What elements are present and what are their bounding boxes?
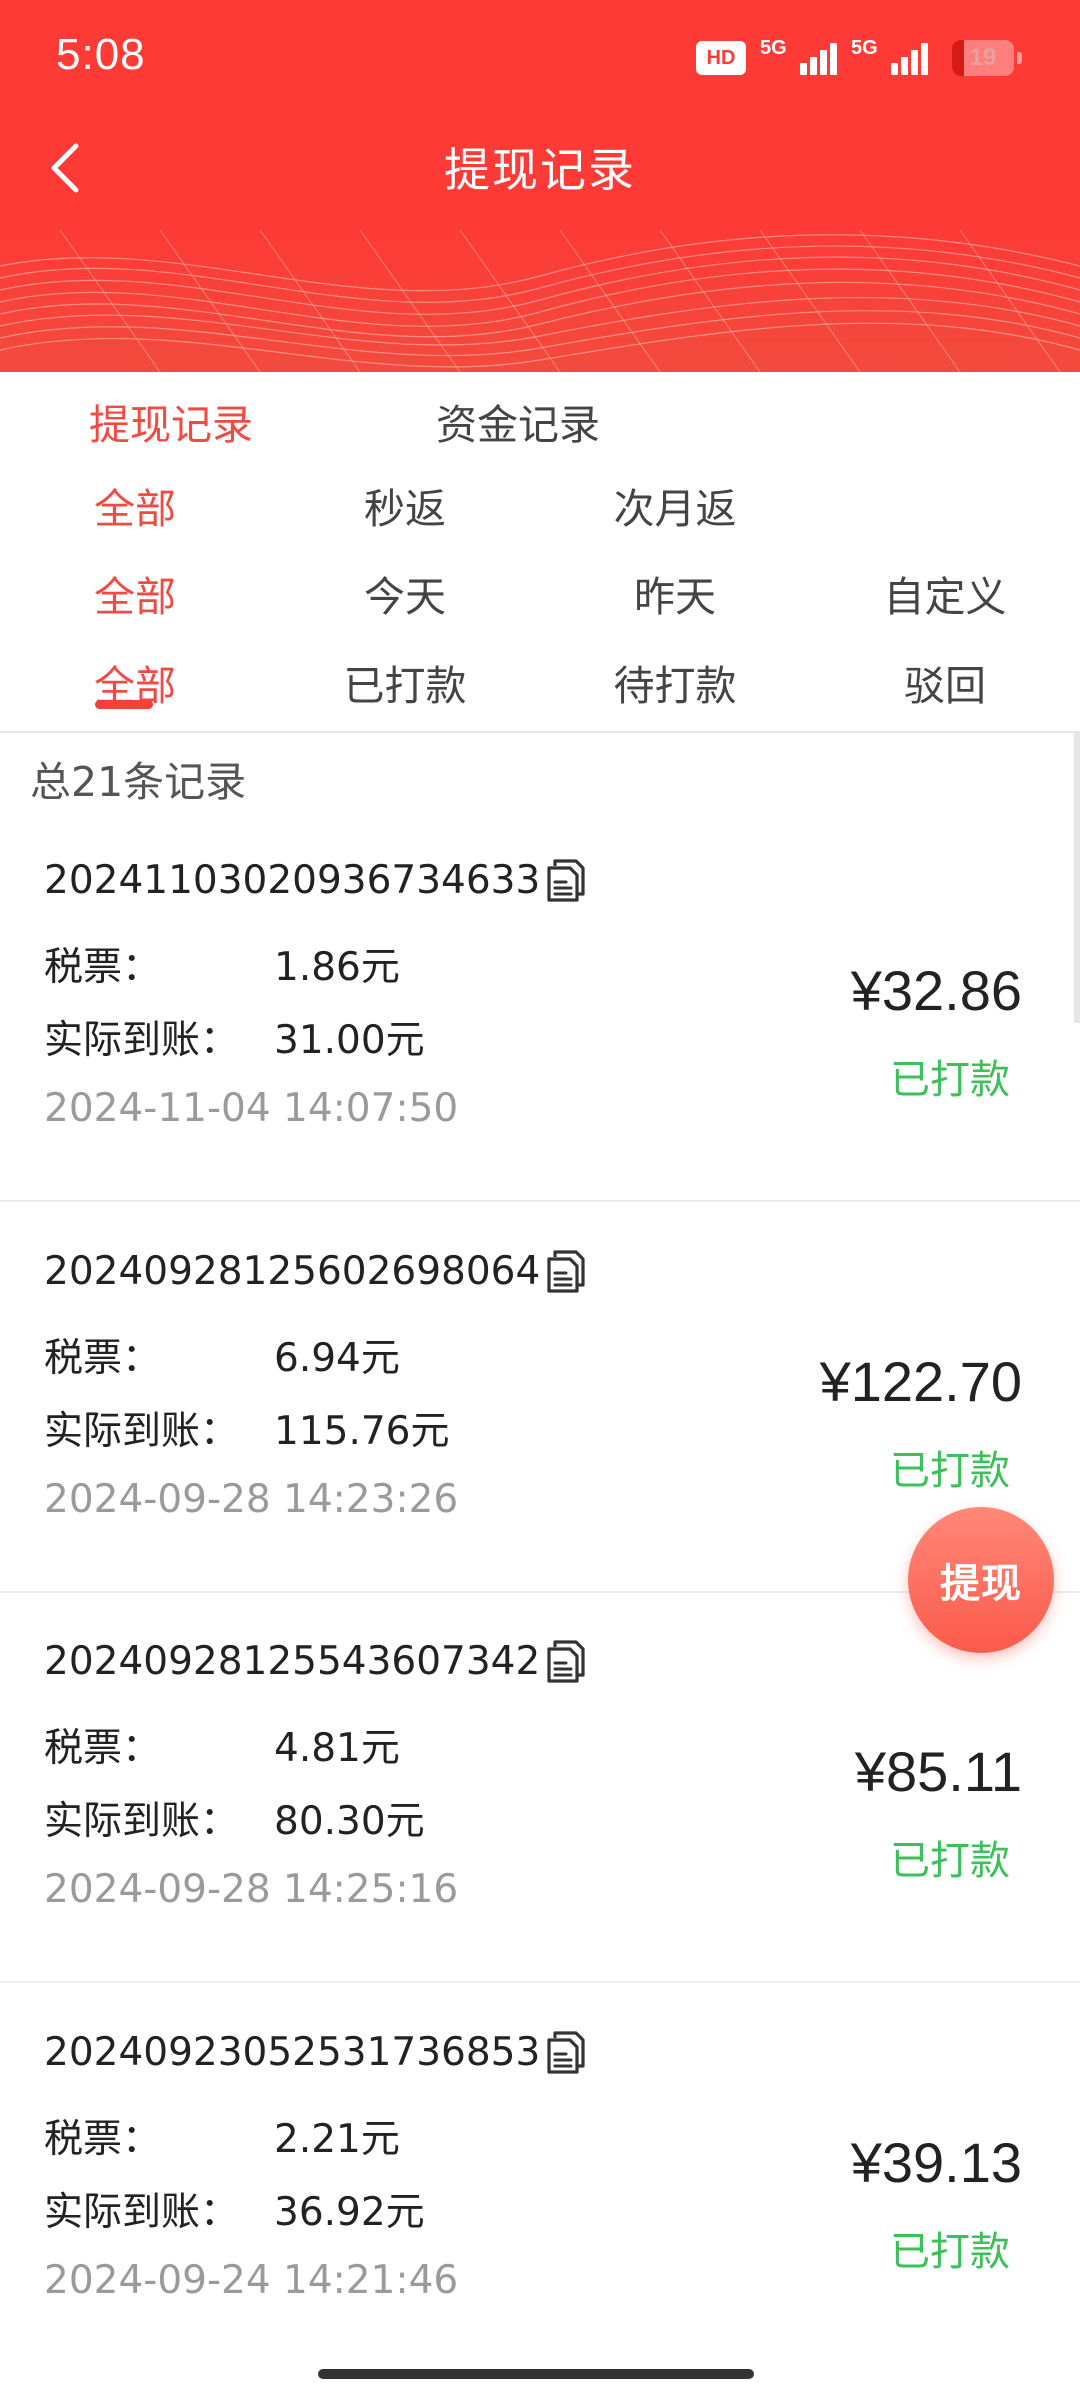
record-id-text: 20240928125602698064 — [44, 1248, 541, 1294]
actual-label: 实际到账： — [44, 1018, 240, 1063]
actual-value: 36.92元 — [274, 2190, 425, 2235]
tab-fund-records[interactable]: 资金记录 — [383, 385, 653, 465]
page-title: 提现记录 — [444, 143, 636, 197]
battery-icon: 19 — [952, 40, 1022, 76]
filter-row-status: 全部 已打款 待打款 驳回 — [0, 646, 1080, 726]
tax-row: 税票： 4.81元 — [44, 1717, 400, 1773]
actual-value: 80.30元 — [274, 1799, 425, 1844]
record-date: 2024-09-28 14:23:26 — [44, 1477, 459, 1522]
filter-time-yesterday[interactable]: 昨天 — [540, 557, 810, 637]
record-amount: ¥122.70 — [819, 1350, 1022, 1413]
filter-row-return-type: 全部 秒返 次月返 — [0, 469, 1080, 549]
filter-time-custom[interactable]: 自定义 — [810, 557, 1080, 637]
tax-label: 税票： — [44, 945, 162, 990]
actual-label: 实际到账： — [44, 2190, 240, 2235]
filter-return-all[interactable]: 全部 — [0, 469, 270, 549]
active-tab-indicator — [95, 700, 153, 709]
tab-withdraw-records[interactable]: 提现记录 — [36, 385, 306, 465]
actual-row: 实际到账： 80.30元 — [44, 1790, 425, 1846]
actual-value: 31.00元 — [274, 1018, 425, 1063]
filter-row-time-range: 全部 今天 昨天 自定义 — [0, 557, 1080, 637]
tax-value: 2.21元 — [274, 2117, 400, 2162]
record-item[interactable]: 20240928125543607342 税票： 4.81元 实际到账： 80.… — [0, 1593, 1080, 1983]
hd-voice-icon: HD — [696, 41, 746, 75]
signal-strength-icon-2: 5G — [851, 37, 928, 75]
record-date: 2024-11-04 14:07:50 — [44, 1086, 459, 1131]
actual-row: 实际到账： 31.00元 — [44, 1009, 425, 1065]
tax-value: 1.86元 — [274, 945, 400, 990]
withdraw-fab-button[interactable]: 提现 — [908, 1507, 1054, 1653]
battery-level: 19 — [969, 44, 997, 71]
signal-strength-icon: 5G — [760, 37, 837, 75]
filter-divider — [0, 731, 1080, 733]
banner-wave-decoration — [0, 230, 1080, 372]
record-amount: ¥32.86 — [850, 959, 1022, 1022]
tax-label: 税票： — [44, 2117, 162, 2162]
status-time: 5:08 — [56, 30, 146, 79]
record-amount: ¥85.11 — [854, 1740, 1022, 1803]
status-icons: HD 5G 5G 19 — [696, 36, 1022, 80]
actual-label: 实际到账： — [44, 1409, 240, 1454]
record-id-text: 20241103020936734633 — [44, 857, 541, 903]
record-item[interactable]: 20240923052531736853 税票： 2.21元 实际到账： 36.… — [0, 1984, 1080, 2374]
tax-value: 4.81元 — [274, 1726, 400, 1771]
copy-icon[interactable] — [546, 2029, 586, 2075]
actual-row: 实际到账： 36.92元 — [44, 2181, 425, 2237]
home-indicator[interactable] — [318, 2369, 754, 2379]
record-amount: ¥39.13 — [850, 2131, 1022, 2194]
battery-fill — [952, 40, 964, 76]
header: 5:08 HD 5G 5G 19 提现记录 — [0, 0, 1080, 372]
tax-row: 税票： 1.86元 — [44, 936, 400, 992]
record-date: 2024-09-24 14:21:46 — [44, 2258, 459, 2303]
record-status: 已打款 — [890, 2229, 1010, 2275]
status-bar: 5:08 HD 5G 5G 19 — [0, 0, 1080, 118]
network-type-label-2: 5G — [851, 37, 878, 59]
filter-return-instant[interactable]: 秒返 — [270, 469, 540, 549]
record-status: 已打款 — [890, 1838, 1010, 1884]
record-id-text: 20240923052531736853 — [44, 2029, 541, 2075]
filter-status-all[interactable]: 全部 — [0, 646, 270, 726]
filter-time-all[interactable]: 全部 — [0, 557, 270, 637]
record-id: 20240923052531736853 — [44, 2029, 586, 2075]
copy-icon[interactable] — [546, 1248, 586, 1294]
record-id: 20241103020936734633 — [44, 857, 586, 903]
record-item[interactable]: 20241103020936734633 税票： 1.86元 实际到账： 31.… — [0, 812, 1080, 1202]
record-date: 2024-09-28 14:25:16 — [44, 1867, 459, 1912]
filter-status-paid[interactable]: 已打款 — [270, 646, 540, 726]
record-item[interactable]: 20240928125602698064 税票： 6.94元 实际到账： 115… — [0, 1203, 1080, 1593]
record-id-text: 20240928125543607342 — [44, 1638, 541, 1684]
actual-value: 115.76元 — [274, 1409, 450, 1454]
filter-status-pending[interactable]: 待打款 — [540, 646, 810, 726]
copy-icon[interactable] — [546, 1638, 586, 1684]
filter-row-record-type: 提现记录 资金记录 — [0, 385, 1080, 465]
record-count: 总21条记录 — [30, 758, 247, 806]
tax-value: 6.94元 — [274, 1336, 400, 1381]
filter-status-rejected[interactable]: 驳回 — [810, 646, 1080, 726]
record-status: 已打款 — [890, 1057, 1010, 1103]
filter-return-next-month[interactable]: 次月返 — [540, 469, 810, 549]
filter-time-today[interactable]: 今天 — [270, 557, 540, 637]
tax-label: 税票： — [44, 1336, 162, 1381]
actual-row: 实际到账： 115.76元 — [44, 1400, 449, 1456]
copy-icon[interactable] — [546, 857, 586, 903]
filter-panel: 提现记录 资金记录 全部 秒返 次月返 全部 今天 昨天 自定义 全部 已打款 … — [0, 372, 1080, 732]
record-status: 已打款 — [890, 1448, 1010, 1494]
actual-label: 实际到账： — [44, 1799, 240, 1844]
network-type-label: 5G — [760, 37, 787, 59]
tax-row: 税票： 2.21元 — [44, 2108, 400, 2164]
record-id: 20240928125543607342 — [44, 1638, 586, 1684]
tax-label: 税票： — [44, 1726, 162, 1771]
record-id: 20240928125602698064 — [44, 1248, 586, 1294]
tax-row: 税票： 6.94元 — [44, 1327, 400, 1383]
